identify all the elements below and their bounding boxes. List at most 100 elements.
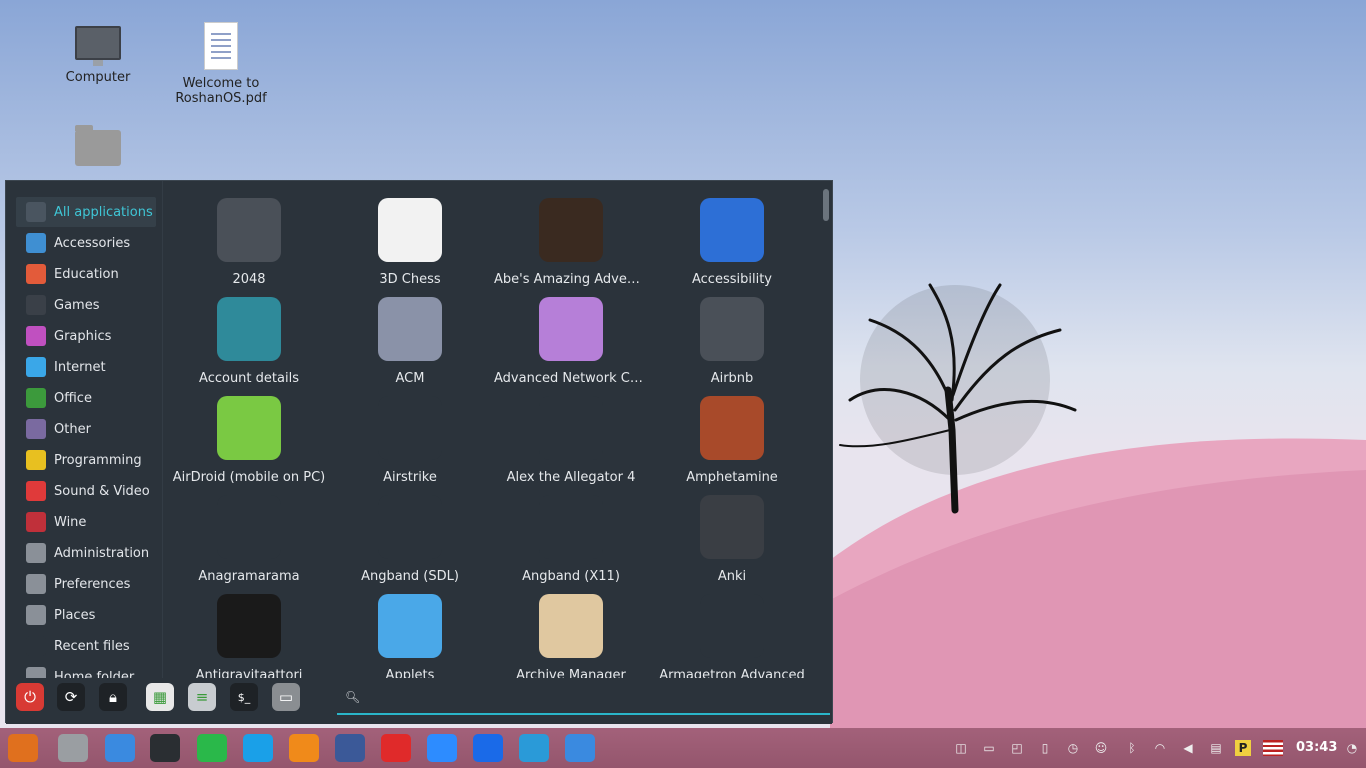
bluetooth-icon[interactable]: ᛒ [1124, 740, 1140, 756]
camera-icon[interactable]: ◫ [953, 740, 969, 756]
pdf-file-icon [204, 22, 238, 70]
category-label: Preferences [54, 576, 131, 592]
lock-button[interactable]: 🔒︎ [99, 683, 127, 711]
category-all-applications[interactable]: All applications [16, 197, 156, 227]
files-icon[interactable] [58, 734, 88, 762]
category-other[interactable]: Other [16, 414, 156, 444]
menu-bottom-bar: ⏻ ⟳ 🔒︎ ▦ ≡ $_ ▭ 🔍︎ [6, 678, 832, 724]
app-item[interactable]: Advanced Network Co... [490, 297, 652, 386]
app-label: 2048 [232, 272, 266, 287]
app-item[interactable]: Armagetron Advanced [651, 594, 813, 678]
app-item[interactable]: AirDroid (mobile on PC) [168, 396, 330, 485]
category-graphics[interactable]: Graphics [16, 321, 156, 351]
category-office[interactable]: Office [16, 383, 156, 413]
desktop-icon-label: Welcome to RoshanOS.pdf [175, 76, 267, 106]
search-box[interactable]: 🔍︎ [337, 681, 830, 715]
category-accessories[interactable]: Accessories [16, 228, 156, 258]
app-item[interactable]: Amphetamine [651, 396, 813, 485]
code-icon [26, 450, 46, 470]
document-viewer-icon[interactable] [565, 734, 595, 762]
youtube-icon[interactable] [381, 734, 411, 762]
app-label: Armagetron Advanced [659, 668, 805, 678]
wifi-icon[interactable]: ◠ [1152, 740, 1168, 756]
app-item[interactable]: Accessibility [651, 198, 813, 287]
alligator-icon [539, 396, 603, 460]
app-item[interactable]: Angband (SDL) [329, 495, 491, 584]
app-item[interactable]: Anagramarama [168, 495, 330, 584]
kodi-icon[interactable] [519, 734, 549, 762]
skype-icon[interactable] [243, 734, 273, 762]
app-item[interactable]: ACM [329, 297, 491, 386]
moon-icon [217, 594, 281, 658]
category-administration[interactable]: Administration [16, 538, 156, 568]
accessibility-icon[interactable]: ☺ [1093, 740, 1109, 756]
terminal-button[interactable]: $_ [230, 683, 258, 711]
category-label: Programming [54, 452, 142, 468]
app-item[interactable]: Anki [651, 495, 813, 584]
cloud-app-icon [217, 198, 281, 262]
app-item[interactable]: Alex the Allegator 4 [490, 396, 652, 485]
lifebuoy-icon [26, 264, 46, 284]
category-label: Games [54, 297, 100, 313]
category-preferences[interactable]: Preferences [16, 569, 156, 599]
category-education[interactable]: Education [16, 259, 156, 289]
search-icon: 🔍︎ [345, 690, 361, 704]
app-item[interactable]: 2048 [168, 198, 330, 287]
category-wine[interactable]: Wine [16, 507, 156, 537]
clipboard-icon[interactable]: ▤ [1208, 740, 1224, 756]
parking-icon[interactable]: P [1235, 740, 1251, 756]
category-recent-files[interactable]: Recent files [16, 631, 156, 661]
radio-icon[interactable]: ▭ [981, 740, 997, 756]
clock[interactable]: 03:43 [1296, 740, 1337, 755]
us-flag-icon[interactable] [1263, 740, 1283, 756]
app-item[interactable]: Airbnb [651, 297, 813, 386]
desktop-icon-computer[interactable]: Computer [48, 26, 148, 85]
desktop-icon-welcome-pdf[interactable]: Welcome to RoshanOS.pdf [171, 22, 271, 106]
search-input[interactable] [367, 689, 807, 705]
app-item[interactable]: Airstrike [329, 396, 491, 485]
app-label: Angband (X11) [522, 569, 620, 584]
history-icon[interactable]: ◷ [1065, 740, 1081, 756]
note-icon[interactable]: ◰ [1009, 740, 1025, 756]
app-item[interactable]: Applets [329, 594, 491, 678]
category-label: Administration [54, 545, 150, 561]
whatsapp-icon[interactable] [197, 734, 227, 762]
desktop-icon-home[interactable] [48, 125, 148, 166]
app-item[interactable]: 3D Chess [329, 198, 491, 287]
app-item[interactable]: Antigravitaattori [168, 594, 330, 678]
accessibility-icon [700, 198, 764, 262]
menu-icon[interactable] [8, 734, 38, 762]
files-button[interactable]: ▭ [272, 683, 300, 711]
system-monitor-icon[interactable] [150, 734, 180, 762]
facebook-icon[interactable] [335, 734, 365, 762]
abe-icon [539, 198, 603, 262]
chromium-icon[interactable] [105, 734, 135, 762]
teamviewer-icon[interactable] [473, 734, 503, 762]
category-sound-video[interactable]: Sound & Video [16, 476, 156, 506]
app-label: Angband (SDL) [361, 569, 459, 584]
scrollbar[interactable] [823, 189, 829, 221]
restart-button[interactable]: ⟳ [57, 683, 85, 711]
phone-icon[interactable]: ▯ [1037, 740, 1053, 756]
apps-grid-button[interactable]: ▦ [146, 683, 174, 711]
category-games[interactable]: Games [16, 290, 156, 320]
category-places[interactable]: Places [16, 600, 156, 630]
zoom-icon[interactable] [427, 734, 457, 762]
category-internet[interactable]: Internet [16, 352, 156, 382]
category-label: Internet [54, 359, 106, 375]
media-player-icon[interactable] [289, 734, 319, 762]
app-grid: 2048 3D Chess Abe's Amazing Adventure Acces… [166, 181, 826, 678]
app-item[interactable]: Abe's Amazing Adventure [490, 198, 652, 287]
app-label: Anagramarama [198, 569, 300, 584]
app-item[interactable]: Archive Manager [490, 594, 652, 678]
power-button[interactable]: ⏻ [16, 683, 44, 711]
category-programming[interactable]: Programming [16, 445, 156, 475]
notification-icon[interactable]: ◔ [1344, 740, 1360, 756]
app-label: Amphetamine [686, 470, 778, 485]
app-item[interactable]: Angband (X11) [490, 495, 652, 584]
app-item[interactable]: Account details [168, 297, 330, 386]
lightcycle-icon [700, 594, 764, 658]
settings-button[interactable]: ≡ [188, 683, 216, 711]
volume-icon[interactable]: ◀ [1180, 740, 1196, 756]
category-home-folder[interactable]: Home folder [16, 662, 156, 678]
